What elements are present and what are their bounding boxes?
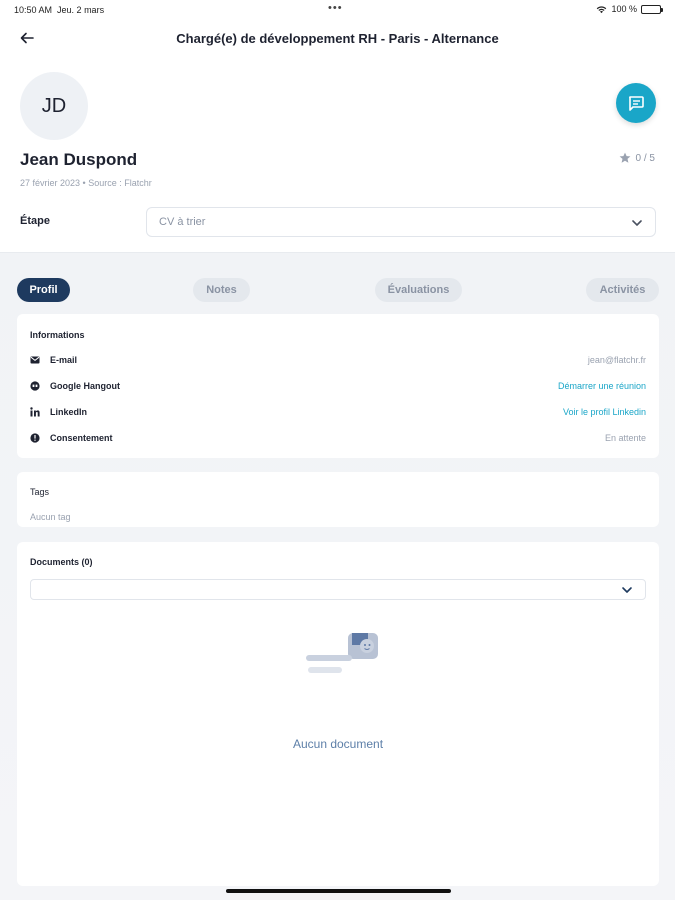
tab-evaluations[interactable]: Évaluations: [375, 278, 462, 302]
info-label-hangout: Google Hangout: [50, 381, 120, 391]
tab-activites[interactable]: Activités: [586, 278, 659, 302]
info-label-consent: Consentement: [50, 433, 113, 443]
star-icon: [619, 152, 630, 163]
status-time: 10:50 AM Jeu. 2 mars: [14, 5, 105, 15]
info-icon: [30, 433, 40, 443]
status-right: 100 %: [596, 4, 663, 14]
tab-profil[interactable]: Profil: [17, 278, 70, 302]
info-value-consent: En attente: [604, 433, 646, 443]
tags-title: Tags: [30, 487, 50, 497]
empty-documents-illustration: [306, 633, 378, 673]
info-row-hangout: Google Hangout Démarrer une réunion: [30, 379, 646, 393]
documents-empty: Aucun document: [292, 737, 384, 751]
battery-percent: 100 %: [611, 4, 637, 14]
candidate-meta: 27 février 2023 • Source : Flatchr: [20, 178, 152, 188]
documents-card: Documents (0) Aucun document: [17, 542, 659, 886]
avatar: JD: [20, 72, 88, 140]
informations-card: Informations E-mail jean@flatchr.fr Goog…: [17, 314, 659, 458]
mail-icon: [30, 355, 40, 365]
start-meeting-link[interactable]: Démarrer une réunion: [558, 381, 646, 391]
stage-select[interactable]: CV à trier: [146, 207, 656, 237]
chevron-down-icon: [622, 587, 632, 593]
wifi-icon: [597, 5, 607, 13]
page-title: Chargé(e) de développement RH - Paris - …: [176, 31, 499, 46]
info-row-linkedin: LinkedIn Voir le profil Linkedin: [30, 405, 646, 419]
info-label-email: E-mail: [50, 355, 78, 365]
chevron-down-icon: [632, 220, 642, 226]
status-bar: 10:50 AM Jeu. 2 mars ••• 100 %: [0, 0, 675, 20]
stage-label: Étape: [20, 215, 50, 227]
tags-empty: Aucun tag: [30, 512, 71, 522]
documents-title: Documents (0): [30, 557, 93, 567]
informations-title: Informations: [30, 330, 85, 340]
info-row-consent: Consentement En attente: [30, 431, 646, 445]
tags-card: Tags Aucun tag: [17, 472, 659, 527]
chat-button[interactable]: [616, 83, 656, 123]
battery-icon: [641, 4, 663, 14]
chat-icon: [629, 96, 644, 111]
home-indicator[interactable]: [226, 889, 451, 893]
info-value-email[interactable]: jean@flatchr.fr: [588, 355, 646, 365]
stage-value: CV à trier: [159, 216, 206, 228]
avatar-initials: JD: [41, 94, 67, 117]
info-label-linkedin: LinkedIn: [50, 407, 88, 417]
linkedin-icon: [30, 407, 40, 417]
rating[interactable]: 0 / 5: [619, 152, 655, 164]
documents-select[interactable]: [30, 579, 646, 600]
multitasking-dots[interactable]: •••: [328, 2, 343, 14]
hangout-icon: [30, 381, 40, 391]
tab-notes[interactable]: Notes: [193, 278, 250, 302]
rating-value: 0 / 5: [635, 152, 655, 164]
info-row-email: E-mail jean@flatchr.fr: [30, 353, 646, 367]
candidate-name: Jean Duspond: [20, 150, 138, 169]
linkedin-profile-link[interactable]: Voir le profil Linkedin: [563, 407, 646, 417]
